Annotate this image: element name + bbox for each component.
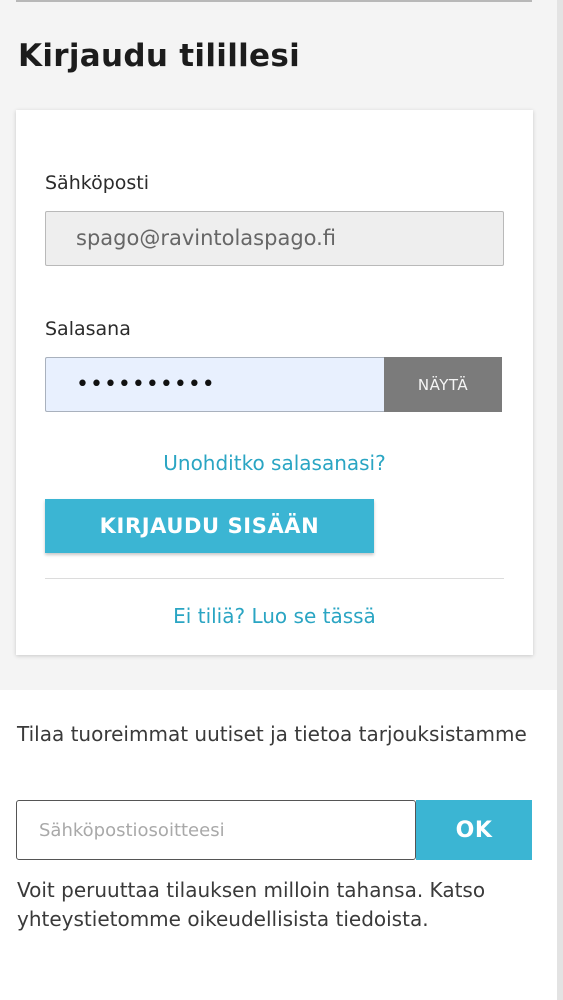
scrollbar-track[interactable]: [557, 0, 563, 1000]
show-password-button[interactable]: NÄYTÄ: [384, 357, 502, 412]
top-divider: [16, 0, 532, 2]
newsletter-email-input[interactable]: [16, 800, 416, 860]
email-label: Sähköposti: [45, 172, 150, 194]
card-divider: [45, 578, 504, 579]
newsletter-text: Tilaa tuoreimmat uutiset ja tietoa tarjo…: [17, 722, 527, 746]
page-title: Kirjaudu tilillesi: [18, 38, 301, 74]
login-card: Sähköposti spago@ravintolaspago.fi Salas…: [16, 110, 533, 655]
newsletter-section: Tilaa tuoreimmat uutiset ja tietoa tarjo…: [0, 690, 557, 1000]
forgot-password-link[interactable]: Unohditko salasanasi?: [16, 451, 533, 475]
password-label: Salasana: [45, 318, 131, 340]
register-link[interactable]: Ei tiliä? Luo se tässä: [16, 604, 533, 628]
login-button[interactable]: KIRJAUDU SISÄÄN: [45, 499, 374, 553]
login-section: Kirjaudu tilillesi Sähköposti spago@ravi…: [0, 0, 563, 690]
newsletter-ok-button[interactable]: OK: [416, 800, 532, 860]
newsletter-disclaimer: Voit peruuttaa tilauksen milloin tahansa…: [17, 878, 486, 931]
password-field[interactable]: ••••••••••: [45, 357, 385, 412]
email-field[interactable]: spago@ravintolaspago.fi: [45, 211, 504, 266]
